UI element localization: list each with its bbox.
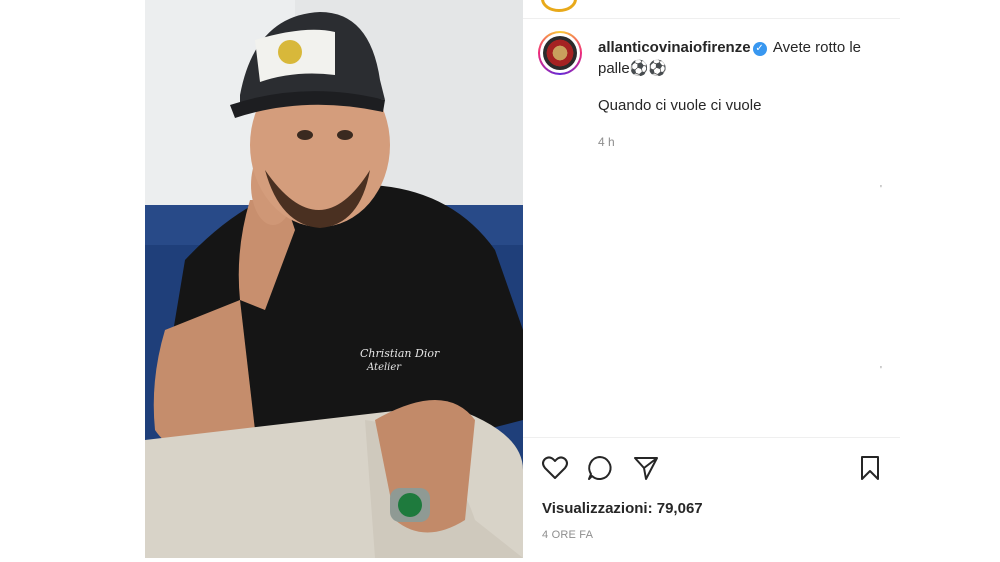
verified-badge-icon: ✓ [752,42,767,56]
divider [523,437,900,438]
svg-text:Christian Dior: Christian Dior [360,347,440,360]
views-count[interactable]: Visualizzazioni: 79,067 [542,500,703,517]
avatar-image [543,36,577,70]
scroll-marker: ' [880,365,882,376]
like-button[interactable] [540,453,570,483]
username-link[interactable]: allanticovinaiofirenze [598,39,751,56]
save-button[interactable] [855,453,885,483]
svg-text:Atelier: Atelier [366,362,402,373]
comment-icon [588,456,612,480]
previous-comment-strip [523,0,900,19]
previous-avatar [541,0,577,12]
caption-body: Quando ci vuole ci vuole [598,97,762,114]
comment-button[interactable] [585,453,615,483]
send-icon [634,457,658,480]
caption-timestamp[interactable]: 4 h [598,135,615,149]
post-video[interactable]: Christian Dior Atelier [145,0,523,558]
post-time-ago[interactable]: 4 ORE FA [542,529,593,541]
avatar[interactable] [538,31,582,75]
post-caption: allanticovinaiofirenze ✓ Avete rotto le p… [598,37,888,79]
scroll-marker: ' [880,184,882,195]
bookmark-icon [861,456,879,480]
heart-icon [542,456,568,479]
video-frame-illustration: Christian Dior Atelier [145,0,523,558]
left-margin [0,0,145,562]
right-margin [900,0,1000,562]
post-side-panel: allanticovinaiofirenze ✓ Avete rotto le p… [523,0,901,558]
avatar-ring [540,33,580,73]
share-button[interactable] [631,453,661,483]
